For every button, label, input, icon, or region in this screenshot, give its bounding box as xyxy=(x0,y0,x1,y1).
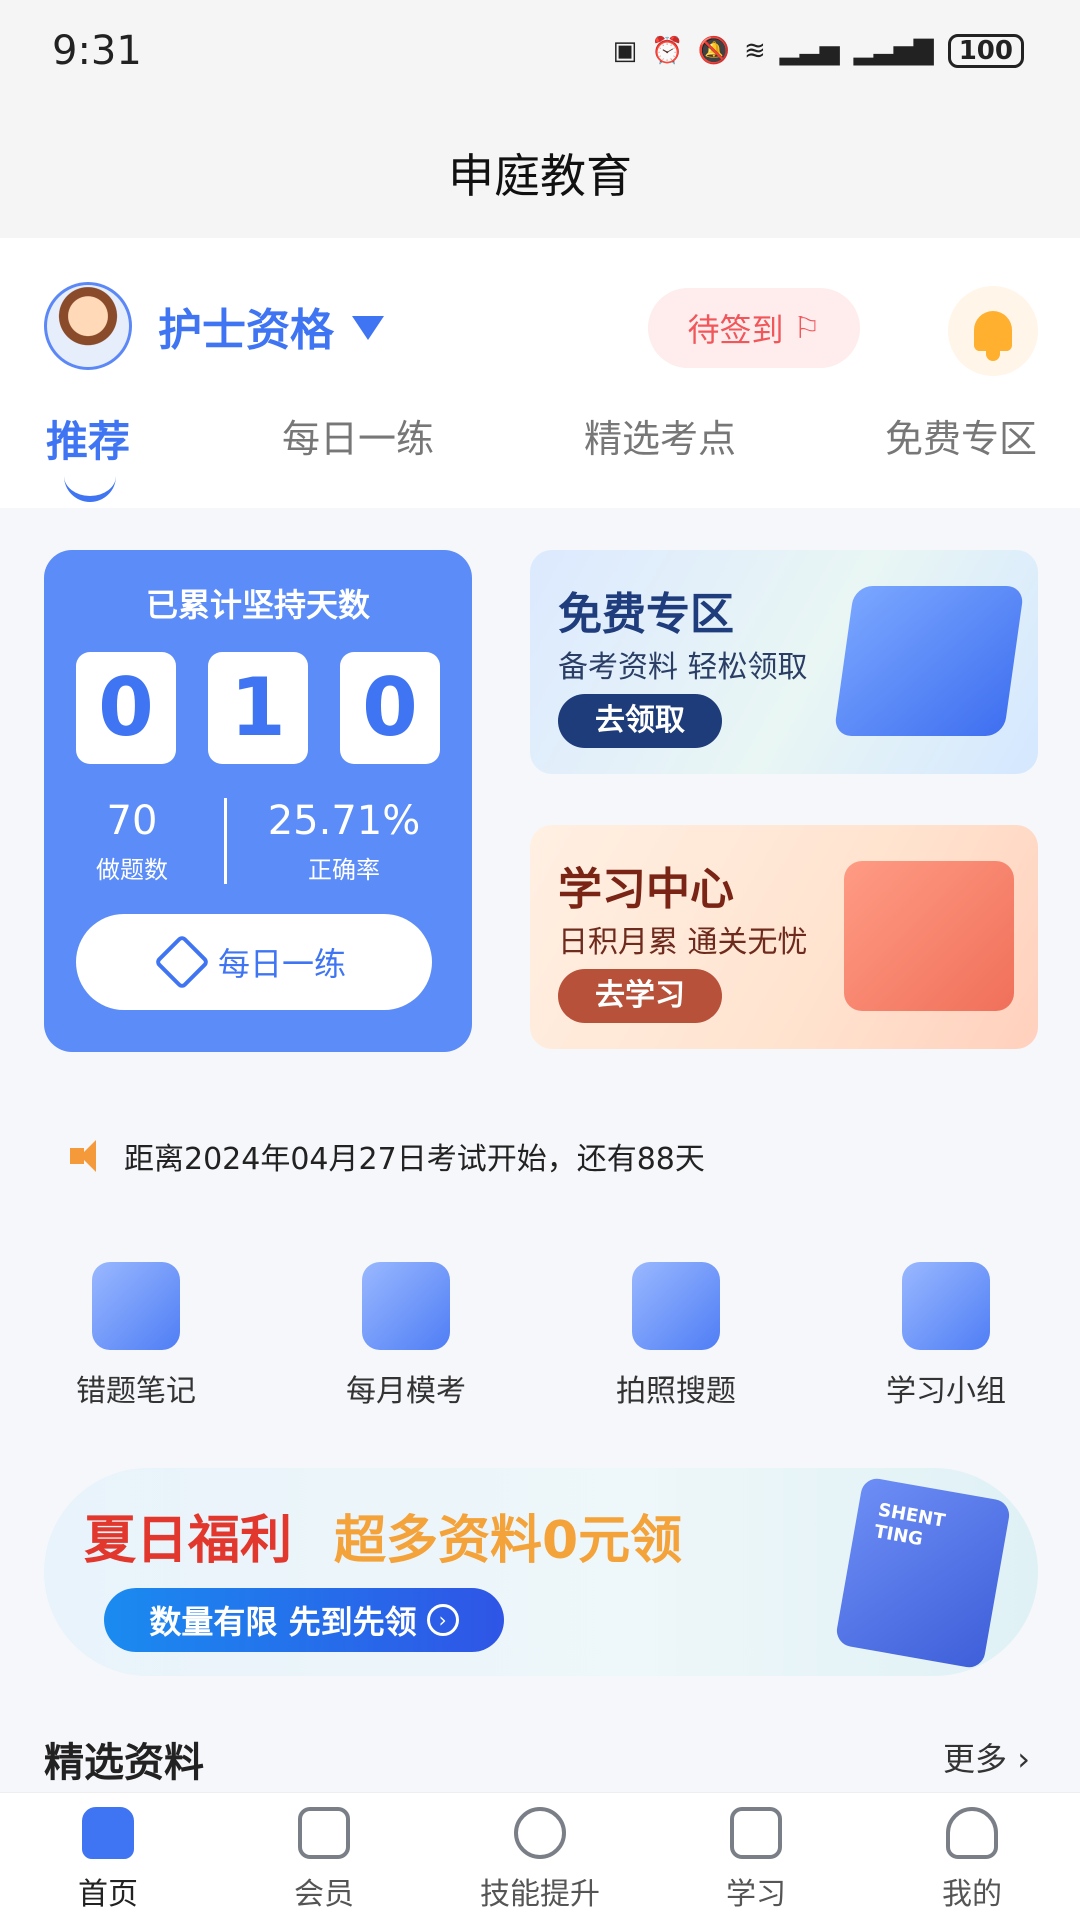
tap-screen-icon xyxy=(362,1262,450,1350)
bell-icon xyxy=(974,311,1012,361)
nav-label: 首页 xyxy=(78,1877,138,1912)
flag-icon: ⚐ xyxy=(793,310,821,346)
member-bag-icon xyxy=(298,1807,350,1859)
streak-title: 已累计坚持天数 xyxy=(145,586,370,624)
signal-icon: ▂▃▅ xyxy=(779,36,840,66)
nav-label: 技能提升 xyxy=(480,1877,600,1912)
home-icon xyxy=(82,1807,134,1859)
book-open-icon xyxy=(730,1807,782,1859)
study-center-title: 学习中心 xyxy=(558,864,734,915)
accuracy-value: 25.71% xyxy=(267,798,421,844)
avatar[interactable] xyxy=(44,282,132,370)
grid-label: 每月模考 xyxy=(346,1374,466,1409)
camera-search-icon xyxy=(632,1262,720,1350)
book-cover-text: SHENT TING xyxy=(872,1499,947,1551)
notification-button[interactable] xyxy=(948,286,1038,376)
streak-digit: 0 xyxy=(76,652,176,764)
status-icons: ▣ ⏰ 🔕 ≋ ▂▃▅ ▂▃▅▇ 100 xyxy=(613,34,1024,68)
status-time: 9:31 xyxy=(52,28,142,74)
questions-count: 70 xyxy=(106,798,158,844)
streak-card: 已累计坚持天数 0 1 0 70 做题数 25.71% 正确率 每日一练 xyxy=(44,550,472,1052)
limited-claim-button[interactable]: 数量有限 先到先领 › xyxy=(104,1588,504,1652)
bottom-nav: 首页 会员 技能提升 学习 我的 xyxy=(0,1792,1080,1920)
grid-label: 拍照搜题 xyxy=(616,1374,736,1409)
selected-materials-title: 精选资料 xyxy=(44,1740,204,1786)
wrong-notes-entry[interactable]: 错题笔记 xyxy=(36,1262,236,1410)
study-center-subtitle: 日积月累 通关无忧 xyxy=(558,925,808,960)
nav-mine[interactable]: 我的 xyxy=(892,1807,1052,1913)
nav-label: 学习 xyxy=(726,1877,786,1912)
tab-recommend[interactable]: 推荐 xyxy=(46,408,130,469)
monthly-mock-entry[interactable]: 每月模考 xyxy=(306,1262,506,1410)
study-group-entry[interactable]: 学习小组 xyxy=(846,1262,1046,1410)
streak-digit: 1 xyxy=(208,652,308,764)
claim-button[interactable]: 去领取 xyxy=(558,694,722,748)
tab-selected-points[interactable]: 精选考点 xyxy=(584,408,736,463)
more-label: 更多 xyxy=(943,1740,1008,1778)
tab-free-zone[interactable]: 免费专区 xyxy=(885,408,1037,463)
status-bar: 9:31 ▣ ⏰ 🔕 ≋ ▂▃▅ ▂▃▅▇ 100 xyxy=(0,0,1080,106)
streak-digit: 0 xyxy=(340,652,440,764)
banner-subtitle: 超多资料0元领 xyxy=(334,1511,683,1571)
exam-countdown-text: 距离2024年04月27日考试开始，还有88天 xyxy=(124,1142,705,1177)
tab-bar: 推荐 每日一练 精选考点 免费专区 xyxy=(0,408,1080,502)
user-icon xyxy=(946,1807,998,1859)
exam-countdown-notice: 距离2024年04月27日考试开始，还有88天 xyxy=(70,1134,705,1178)
signin-label: 待签到 xyxy=(687,311,784,349)
pencil-ruler-icon xyxy=(153,933,211,991)
grid-label: 错题笔记 xyxy=(76,1374,196,1409)
grid-label: 学习小组 xyxy=(886,1374,1006,1409)
page-title: 申庭教育 xyxy=(448,149,632,203)
chevron-right-icon: › xyxy=(1017,1740,1030,1778)
4g-signal-icon: ▂▃▅▇ xyxy=(853,36,934,66)
daily-practice-button[interactable]: 每日一练 xyxy=(76,914,432,1010)
nav-skills[interactable]: 技能提升 xyxy=(460,1807,620,1913)
target-icon xyxy=(514,1807,566,1859)
profile-panel: 护士资格 待签到 ⚐ 推荐 每日一练 精选考点 免费专区 xyxy=(0,238,1080,508)
mute-icon: 🔕 xyxy=(697,36,730,66)
accuracy-label: 正确率 xyxy=(308,856,380,884)
summer-welfare-banner[interactable]: 夏日福利 超多资料0元领 数量有限 先到先领 › SHENT TING xyxy=(44,1468,1038,1676)
stat-divider xyxy=(224,798,227,884)
gift-box-illustration-icon: SHENT TING xyxy=(834,1476,1012,1670)
certificate-selector-label[interactable]: 护士资格 xyxy=(158,294,334,358)
photo-search-entry[interactable]: 拍照搜题 xyxy=(576,1262,776,1410)
questions-label: 做题数 xyxy=(96,856,168,884)
chevron-right-circle-icon: › xyxy=(426,1604,459,1636)
free-zone-title: 免费专区 xyxy=(558,589,734,640)
speaker-icon xyxy=(70,1138,110,1174)
study-center-card[interactable]: 学习中心 日积月累 通关无忧 去学习 xyxy=(530,825,1038,1049)
tab-daily-practice[interactable]: 每日一练 xyxy=(282,408,434,463)
tab-active-indicator xyxy=(64,476,116,502)
notebook-icon xyxy=(92,1262,180,1350)
free-zone-card[interactable]: 免费专区 备考资料 轻松领取 去领取 xyxy=(530,550,1038,774)
caret-down-icon[interactable] xyxy=(352,316,384,340)
more-link[interactable]: 更多 › xyxy=(943,1734,1030,1780)
app-header: 申庭教育 xyxy=(0,106,1080,238)
limited-claim-label: 数量有限 先到先领 xyxy=(149,1603,417,1641)
go-study-button[interactable]: 去学习 xyxy=(558,969,722,1023)
banner-title: 夏日福利 xyxy=(84,1511,293,1571)
daily-practice-label: 每日一练 xyxy=(217,945,346,983)
signin-button[interactable]: 待签到 ⚐ xyxy=(648,288,860,368)
alarm-icon: ⏰ xyxy=(651,36,684,66)
free-zone-subtitle: 备考资料 轻松领取 xyxy=(558,650,808,685)
nav-label: 我的 xyxy=(942,1877,1002,1912)
nav-member[interactable]: 会员 xyxy=(244,1807,404,1913)
nfc-icon: ▣ xyxy=(612,36,638,66)
nav-label: 会员 xyxy=(294,1877,354,1912)
nav-home[interactable]: 首页 xyxy=(28,1807,188,1913)
wifi-icon: ≋ xyxy=(743,36,766,66)
group-icon xyxy=(902,1262,990,1350)
battery-indicator: 100 xyxy=(947,34,1024,68)
folder-illustration-icon xyxy=(833,586,1025,736)
nav-study[interactable]: 学习 xyxy=(676,1807,836,1913)
book-illustration-icon xyxy=(844,861,1014,1011)
